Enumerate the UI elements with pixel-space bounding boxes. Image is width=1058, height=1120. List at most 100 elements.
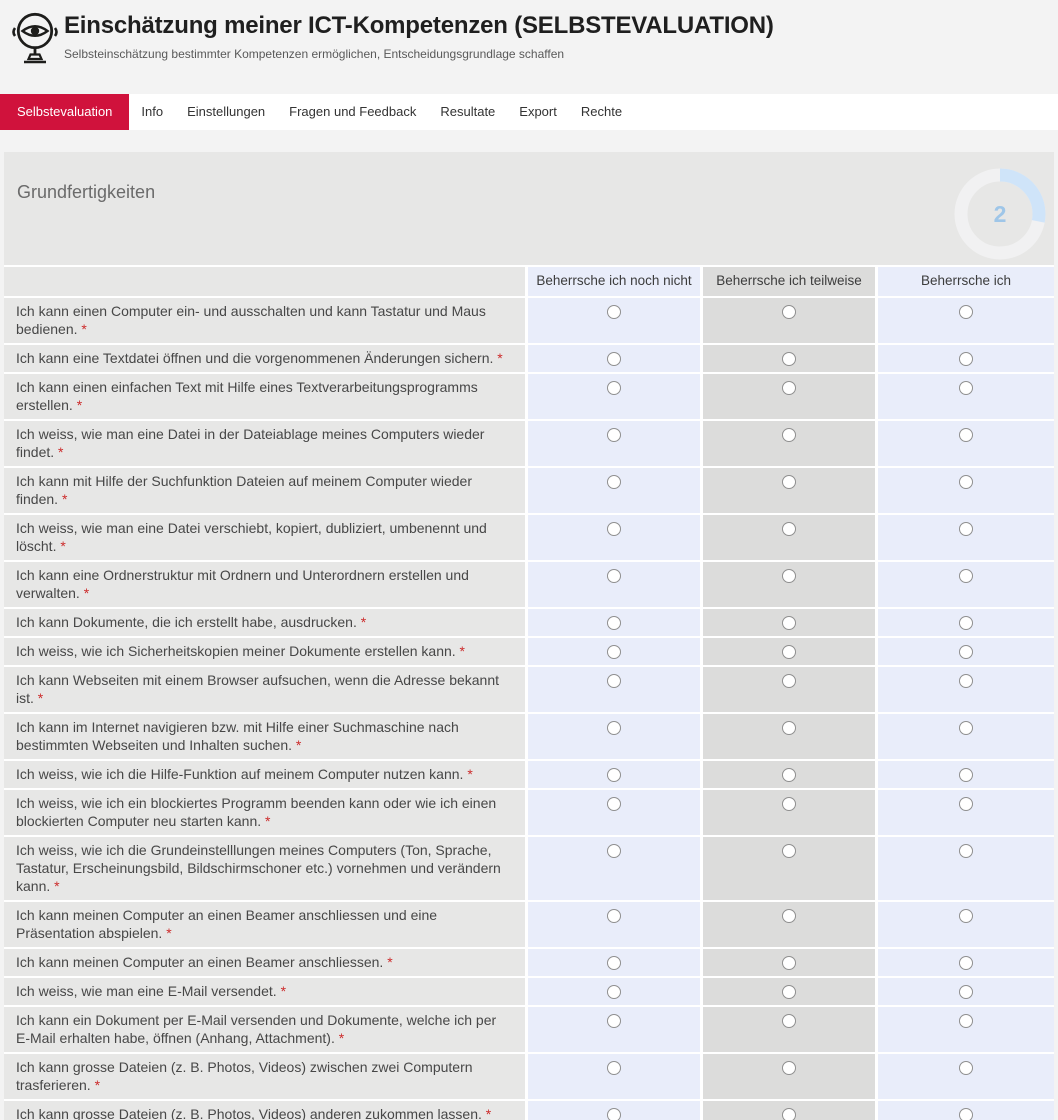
required-asterisk: *: [387, 954, 392, 970]
radio-noch-nicht[interactable]: [607, 674, 621, 688]
tab-info[interactable]: Info: [129, 94, 175, 130]
radio-beherrsche-ich[interactable]: [959, 797, 973, 811]
radio-beherrsche-ich[interactable]: [959, 569, 973, 583]
answer-cell: [703, 374, 875, 419]
radio-noch-nicht[interactable]: [607, 1014, 621, 1028]
answer-cell: [878, 345, 1054, 372]
required-asterisk: *: [60, 538, 65, 554]
radio-teilweise[interactable]: [782, 428, 796, 442]
radio-beherrsche-ich[interactable]: [959, 522, 973, 536]
radio-teilweise[interactable]: [782, 768, 796, 782]
answer-cell: [878, 638, 1054, 665]
answer-cell: [878, 468, 1054, 513]
radio-beherrsche-ich[interactable]: [959, 352, 973, 366]
answer-cell: [528, 374, 700, 419]
radio-noch-nicht[interactable]: [607, 909, 621, 923]
radio-beherrsche-ich[interactable]: [959, 475, 973, 489]
radio-noch-nicht[interactable]: [607, 475, 621, 489]
nav-bar: SelbstevaluationInfoEinstellungenFragen …: [0, 94, 1058, 130]
answer-cell: [528, 790, 700, 835]
table-row: Ich weiss, wie man eine Datei verschiebt…: [4, 515, 1054, 560]
evaluation-table: Beherrsche ich noch nicht Beherrsche ich…: [4, 265, 1054, 1120]
radio-beherrsche-ich[interactable]: [959, 428, 973, 442]
tab-export[interactable]: Export: [507, 94, 569, 130]
table-row: Ich kann Dokumente, die ich erstellt hab…: [4, 609, 1054, 636]
radio-teilweise[interactable]: [782, 645, 796, 659]
radio-teilweise[interactable]: [782, 1014, 796, 1028]
answer-cell: [703, 609, 875, 636]
radio-noch-nicht[interactable]: [607, 645, 621, 659]
radio-noch-nicht[interactable]: [607, 797, 621, 811]
radio-beherrsche-ich[interactable]: [959, 956, 973, 970]
radio-teilweise[interactable]: [782, 522, 796, 536]
radio-teilweise[interactable]: [782, 797, 796, 811]
radio-teilweise[interactable]: [782, 475, 796, 489]
radio-teilweise[interactable]: [782, 616, 796, 630]
radio-noch-nicht[interactable]: [607, 1061, 621, 1075]
radio-noch-nicht[interactable]: [607, 522, 621, 536]
radio-beherrsche-ich[interactable]: [959, 844, 973, 858]
required-asterisk: *: [84, 585, 89, 601]
tab-selbstevaluation[interactable]: Selbstevaluation: [0, 94, 129, 130]
radio-beherrsche-ich[interactable]: [959, 674, 973, 688]
radio-noch-nicht[interactable]: [607, 768, 621, 782]
mirror-eye-icon: [10, 10, 60, 66]
answer-cell: [703, 515, 875, 560]
radio-noch-nicht[interactable]: [607, 1108, 621, 1120]
radio-beherrsche-ich[interactable]: [959, 768, 973, 782]
question-text: Ich kann im Internet navigieren bzw. mit…: [4, 714, 525, 759]
radio-teilweise[interactable]: [782, 381, 796, 395]
answer-cell: [703, 421, 875, 466]
table-row: Ich kann eine Textdatei öffnen und die v…: [4, 345, 1054, 372]
question-text: Ich weiss, wie ich die Hilfe-Funktion au…: [4, 761, 525, 788]
radio-teilweise[interactable]: [782, 985, 796, 999]
question-text: Ich weiss, wie ich ein blockiertes Progr…: [4, 790, 525, 835]
radio-noch-nicht[interactable]: [607, 721, 621, 735]
radio-noch-nicht[interactable]: [607, 956, 621, 970]
radio-teilweise[interactable]: [782, 569, 796, 583]
radio-beherrsche-ich[interactable]: [959, 985, 973, 999]
question-text: Ich kann Webseiten mit einem Browser auf…: [4, 667, 525, 712]
radio-teilweise[interactable]: [782, 352, 796, 366]
radio-beherrsche-ich[interactable]: [959, 616, 973, 630]
answer-cell: [703, 790, 875, 835]
radio-beherrsche-ich[interactable]: [959, 721, 973, 735]
radio-teilweise[interactable]: [782, 909, 796, 923]
radio-beherrsche-ich[interactable]: [959, 1108, 973, 1120]
radio-beherrsche-ich[interactable]: [959, 1014, 973, 1028]
tab-resultate[interactable]: Resultate: [428, 94, 507, 130]
tab-fragen-und-feedback[interactable]: Fragen und Feedback: [277, 94, 428, 130]
radio-teilweise[interactable]: [782, 305, 796, 319]
radio-noch-nicht[interactable]: [607, 616, 621, 630]
radio-noch-nicht[interactable]: [607, 569, 621, 583]
radio-teilweise[interactable]: [782, 674, 796, 688]
required-asterisk: *: [95, 1077, 100, 1093]
radio-beherrsche-ich[interactable]: [959, 1061, 973, 1075]
radio-noch-nicht[interactable]: [607, 381, 621, 395]
required-asterisk: *: [265, 813, 270, 829]
radio-beherrsche-ich[interactable]: [959, 305, 973, 319]
radio-beherrsche-ich[interactable]: [959, 381, 973, 395]
answer-cell: [878, 421, 1054, 466]
answer-cell: [878, 609, 1054, 636]
required-asterisk: *: [54, 878, 59, 894]
radio-teilweise[interactable]: [782, 956, 796, 970]
radio-noch-nicht[interactable]: [607, 844, 621, 858]
radio-beherrsche-ich[interactable]: [959, 909, 973, 923]
radio-noch-nicht[interactable]: [607, 352, 621, 366]
tab-einstellungen[interactable]: Einstellungen: [175, 94, 277, 130]
table-row: Ich kann einen einfachen Text mit Hilfe …: [4, 374, 1054, 419]
question-text: Ich kann Dokumente, die ich erstellt hab…: [4, 609, 525, 636]
table-row: Ich weiss, wie ich Sicherheitskopien mei…: [4, 638, 1054, 665]
radio-noch-nicht[interactable]: [607, 428, 621, 442]
tab-rechte[interactable]: Rechte: [569, 94, 634, 130]
radio-teilweise[interactable]: [782, 721, 796, 735]
page-title: Einschätzung meiner ICT-Kompetenzen (SEL…: [64, 12, 774, 40]
radio-beherrsche-ich[interactable]: [959, 645, 973, 659]
question-text: Ich weiss, wie ich die Grundeinstelllung…: [4, 837, 525, 900]
radio-noch-nicht[interactable]: [607, 305, 621, 319]
radio-teilweise[interactable]: [782, 844, 796, 858]
radio-teilweise[interactable]: [782, 1108, 796, 1120]
radio-noch-nicht[interactable]: [607, 985, 621, 999]
radio-teilweise[interactable]: [782, 1061, 796, 1075]
